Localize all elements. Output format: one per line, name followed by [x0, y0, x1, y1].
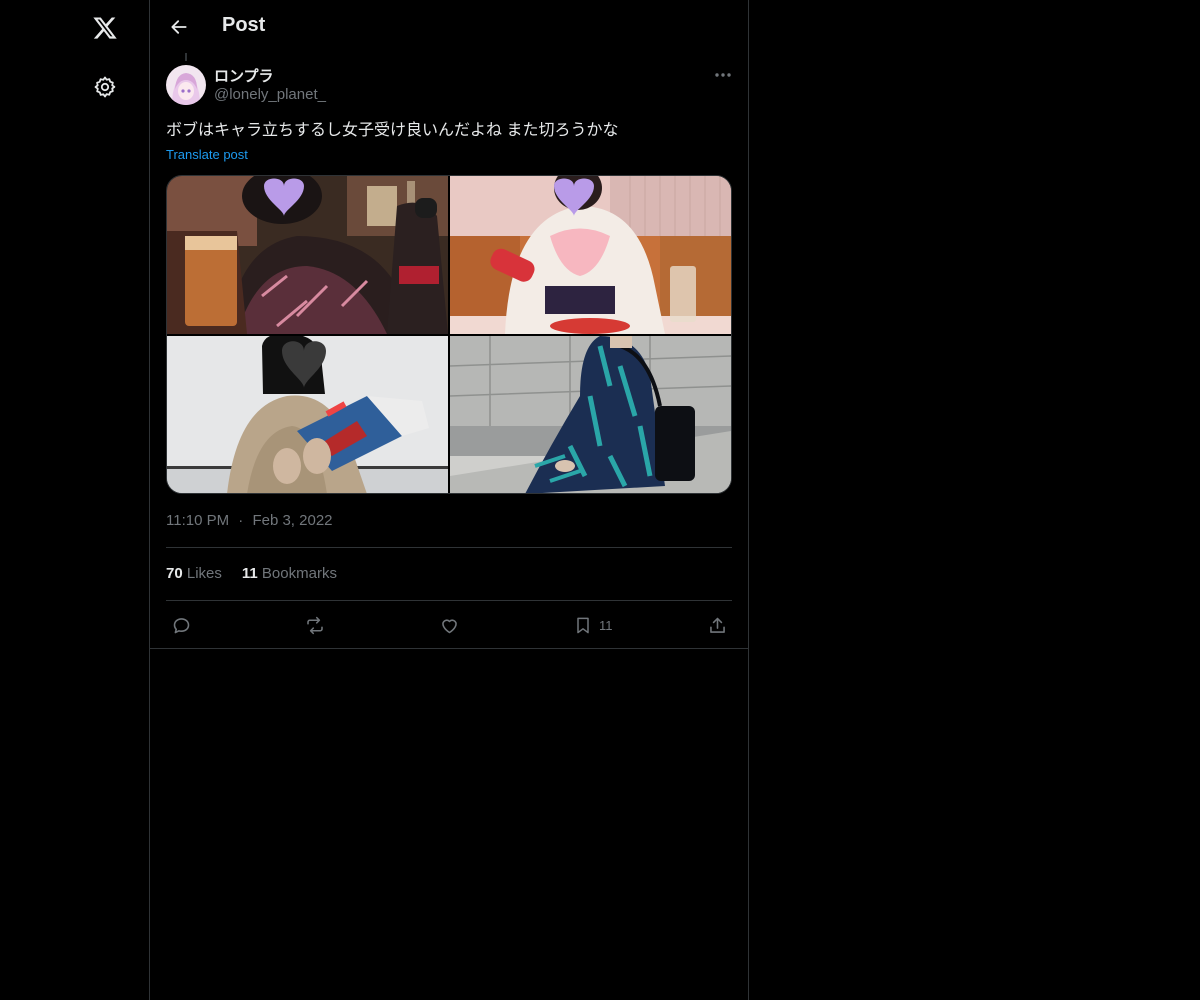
reply-button[interactable] — [171, 613, 192, 637]
thread-connector-line — [185, 53, 187, 61]
timestamp-separator: · — [238, 512, 244, 529]
post-date: Feb 3, 2022 — [252, 512, 333, 529]
back-arrow-icon[interactable] — [162, 10, 196, 44]
post-bottom-border — [150, 648, 748, 649]
bookmark-count: 11 — [599, 617, 613, 633]
photo-sitting-blue-dress[interactable] — [450, 336, 731, 493]
likes-count: 70 — [166, 565, 183, 582]
bookmark-button[interactable]: 11 — [573, 613, 613, 637]
post-header: Post — [150, 0, 748, 53]
heart-icon — [442, 618, 457, 633]
divider — [166, 600, 732, 601]
author-display-name[interactable]: ロンプラ — [214, 65, 274, 86]
primary-column: Post ロンプラ @lonely_planet_ ボブはキャラ立ちするし女子受… — [149, 0, 749, 1000]
bookmarks-label: Bookmarks — [261, 565, 337, 582]
more-options-icon[interactable] — [708, 62, 738, 88]
share-icon — [710, 617, 725, 633]
divider — [166, 547, 732, 548]
settings-gear-icon[interactable] — [87, 69, 123, 105]
post-stats: 70 Likes 11 Bookmarks — [166, 565, 337, 582]
bookmark-icon — [577, 617, 589, 633]
photo-cafe-white-blouse[interactable] — [450, 176, 731, 334]
likes-stat[interactable]: 70 Likes — [166, 565, 222, 582]
bookmarks-stat[interactable]: 11 Bookmarks — [242, 565, 337, 582]
likes-label: Likes — [186, 565, 222, 582]
left-nav — [0, 0, 149, 1000]
photo-bar-drink[interactable] — [167, 176, 448, 334]
media-grid — [166, 175, 732, 494]
repost-icon — [307, 616, 323, 634]
repost-button[interactable] — [303, 613, 327, 637]
post-timestamp[interactable]: 11:10 PM · Feb 3, 2022 — [166, 512, 333, 529]
avatar[interactable] — [166, 65, 206, 105]
reply-icon — [173, 617, 190, 633]
page-title: Post — [222, 14, 266, 36]
share-button[interactable] — [707, 613, 728, 637]
x-logo-icon[interactable] — [85, 8, 125, 48]
translate-post-link[interactable]: Translate post — [166, 147, 248, 162]
photo-reading-magazine[interactable] — [167, 336, 448, 493]
post-text: ボブはキャラ立ちするし女子受け良いんだよね また切ろうかな — [166, 122, 619, 139]
post-time: 11:10 PM — [166, 512, 230, 529]
post-actions: 11 — [166, 610, 732, 640]
bookmarks-count: 11 — [241, 565, 258, 582]
like-button[interactable] — [439, 613, 460, 637]
author-handle[interactable]: @lonely_planet_ — [214, 86, 326, 103]
